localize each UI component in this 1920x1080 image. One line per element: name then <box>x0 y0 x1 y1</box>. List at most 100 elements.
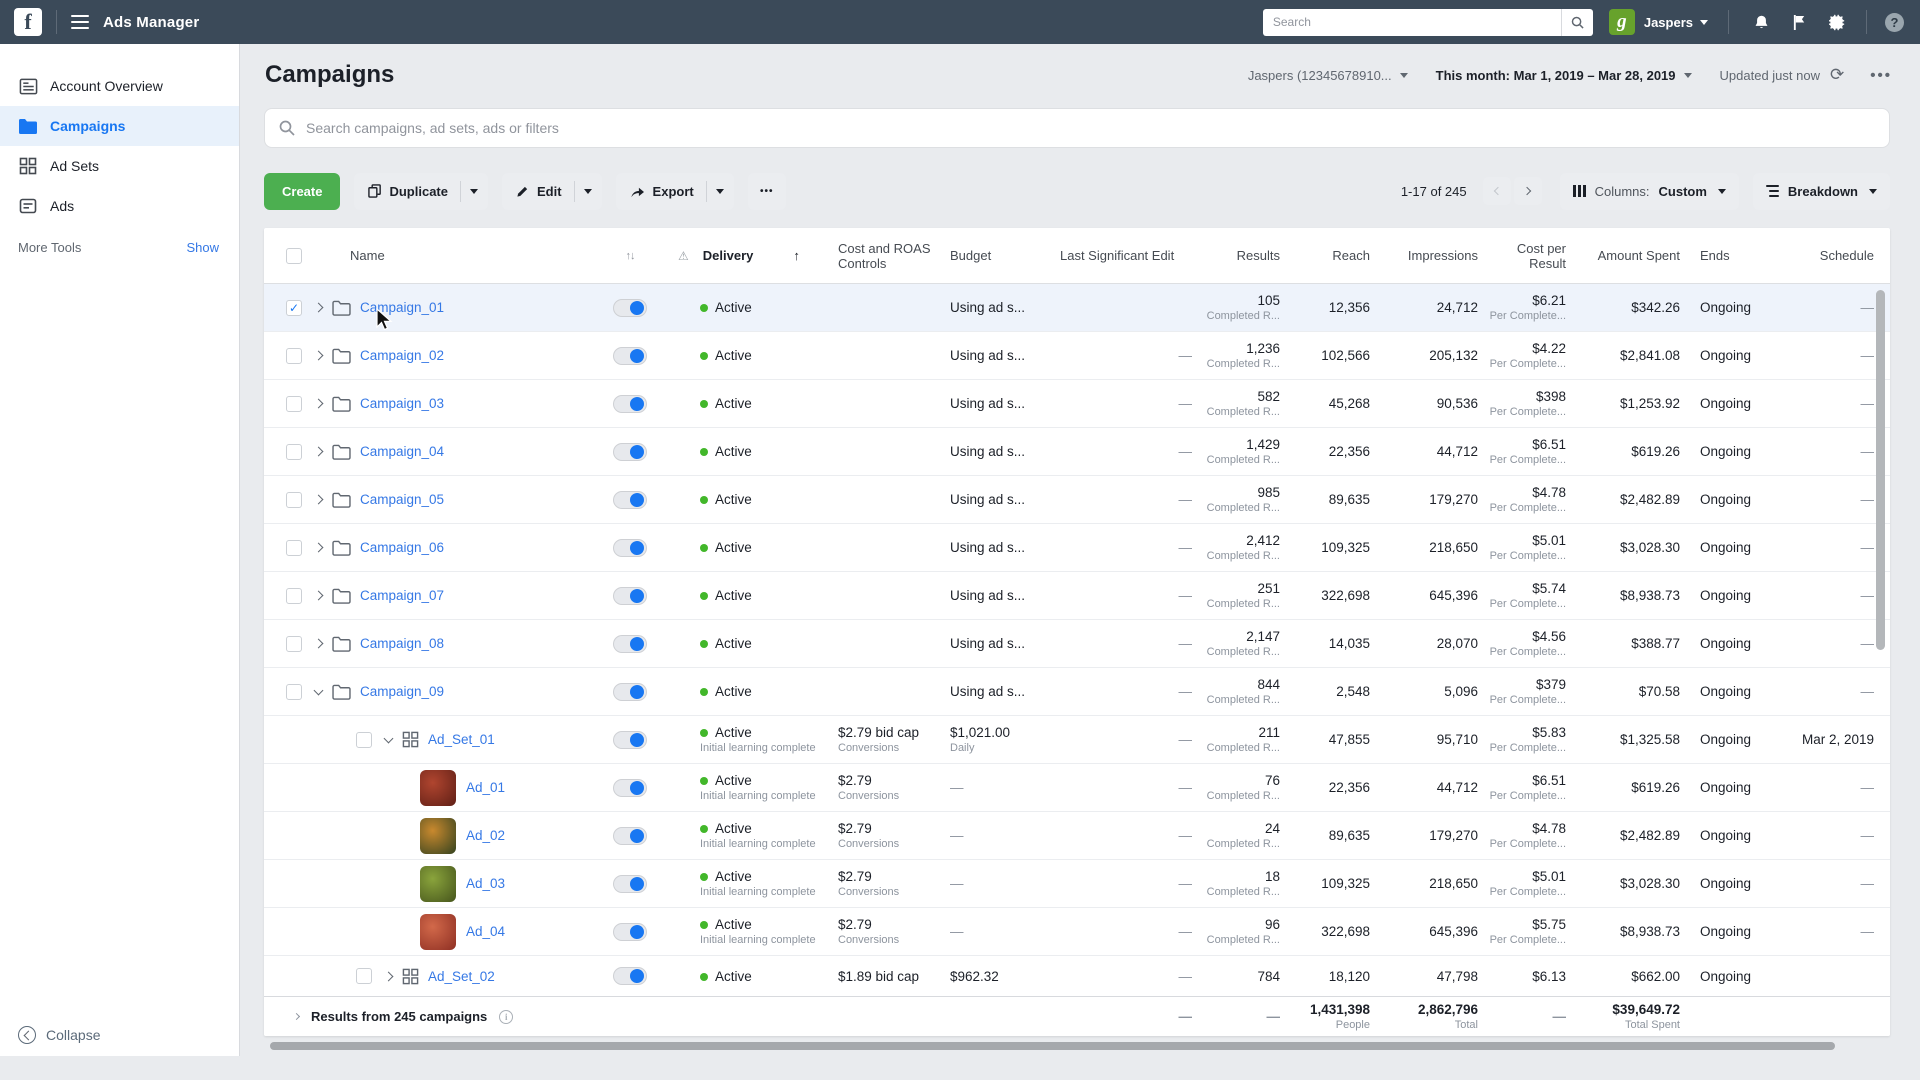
delivery-toggle[interactable] <box>613 298 647 317</box>
expand-chevron-icon[interactable] <box>313 590 324 601</box>
column-delivery[interactable]: Delivery <box>703 248 754 263</box>
row-name-link[interactable]: Campaign_09 <box>360 684 444 699</box>
row-name-link[interactable]: Campaign_01 <box>360 300 444 315</box>
column-reach[interactable]: Reach <box>1280 248 1370 263</box>
row-checkbox[interactable] <box>356 731 372 748</box>
delivery-toggle[interactable] <box>613 346 647 365</box>
column-amount-spent[interactable]: Amount Spent <box>1566 248 1680 263</box>
row-checkbox[interactable] <box>356 968 372 984</box>
column-cost-roas[interactable]: Cost and ROAS Controls <box>838 241 950 271</box>
table-row-campaign_02[interactable]: Campaign_02 Active Using ad s... — 1,236 Comp… <box>264 332 1890 380</box>
export-dropdown-button[interactable] <box>705 180 734 202</box>
sidebar-item-account-overview[interactable]: Account Overview <box>0 66 239 106</box>
search-submit-button[interactable] <box>1560 8 1593 36</box>
expand-chevron-icon[interactable] <box>313 302 324 313</box>
previous-page-button[interactable] <box>1482 177 1511 205</box>
vertical-scrollbar[interactable] <box>1876 290 1885 650</box>
sidebar-item-campaigns[interactable]: Campaigns <box>0 106 239 146</box>
row-name-link[interactable]: Campaign_08 <box>360 636 444 651</box>
column-name[interactable]: Name <box>350 248 385 263</box>
delivery-toggle[interactable] <box>613 874 647 893</box>
row-name-link[interactable]: Ad_03 <box>466 876 505 891</box>
expand-chevron-icon[interactable] <box>313 638 324 649</box>
account-selector[interactable]: Jaspers (12345678910... <box>1248 68 1408 83</box>
column-budget[interactable]: Budget <box>950 248 1060 263</box>
more-options-button[interactable]: ••• <box>1870 67 1892 84</box>
column-cost-per-result[interactable]: Cost per Result <box>1478 241 1566 271</box>
horizontal-scrollbar[interactable] <box>270 1042 1835 1050</box>
user-avatar[interactable]: g <box>1608 9 1635 35</box>
row-name-link[interactable]: Campaign_04 <box>360 444 444 459</box>
duplicate-dropdown-button[interactable] <box>459 180 488 202</box>
expand-chevron-icon[interactable] <box>313 446 324 457</box>
column-ends[interactable]: Ends <box>1680 248 1786 263</box>
expand-chevron-icon[interactable] <box>313 398 324 409</box>
row-name-link[interactable]: Campaign_02 <box>360 348 444 363</box>
expand-chevron-icon[interactable] <box>313 350 324 361</box>
create-button[interactable]: Create <box>264 172 341 210</box>
facebook-logo-icon[interactable]: f <box>14 8 42 36</box>
row-name-link[interactable]: Ad_04 <box>466 924 505 939</box>
column-schedule[interactable]: Schedule <box>1786 248 1890 263</box>
duplicate-button[interactable]: Duplicate <box>354 172 488 210</box>
sidebar-item-ad-sets[interactable]: Ad Sets <box>0 146 239 186</box>
refresh-icon[interactable]: ⟳ <box>1830 65 1844 85</box>
row-checkbox[interactable] <box>286 299 302 316</box>
expand-chevron-icon[interactable] <box>292 1012 301 1021</box>
info-icon[interactable]: i <box>499 1009 514 1024</box>
table-row-ad_set_02[interactable]: Ad_Set_02 Active $1.89 bid cap $962.32 — 784 1… <box>264 956 1890 996</box>
delivery-toggle[interactable] <box>613 922 647 941</box>
delivery-toggle[interactable] <box>613 730 647 749</box>
settings-gear-icon[interactable] <box>1829 14 1846 31</box>
campaign-search-input[interactable] <box>306 120 1875 136</box>
table-row-ad_01[interactable]: Ad_01 Active Initial learning complete $2.7… <box>264 764 1890 812</box>
edit-dropdown-button[interactable] <box>573 180 602 202</box>
row-checkbox[interactable] <box>286 683 302 700</box>
row-checkbox[interactable] <box>286 635 302 652</box>
user-menu[interactable]: Jaspers <box>1644 15 1708 30</box>
notifications-bell-icon[interactable] <box>1753 14 1770 31</box>
row-checkbox[interactable] <box>286 539 302 556</box>
row-name-link[interactable]: Campaign_03 <box>360 396 444 411</box>
row-name-link[interactable]: Ad_Set_02 <box>428 969 495 984</box>
table-row-campaign_07[interactable]: Campaign_07 Active Using ad s... — 251 Comple… <box>264 572 1890 620</box>
table-row-campaign_06[interactable]: Campaign_06 Active Using ad s... — 2,412 Comp… <box>264 524 1890 572</box>
columns-button[interactable]: Columns: Custom <box>1559 172 1739 210</box>
row-name-link[interactable]: Campaign_05 <box>360 492 444 507</box>
delivery-toggle[interactable] <box>613 490 647 509</box>
column-results[interactable]: Results <box>1192 248 1280 263</box>
row-checkbox[interactable] <box>286 443 302 460</box>
delivery-toggle[interactable] <box>613 826 647 845</box>
delivery-toggle[interactable] <box>613 682 647 701</box>
expand-chevron-icon[interactable] <box>313 494 324 505</box>
delivery-toggle[interactable] <box>613 634 647 653</box>
next-page-button[interactable] <box>1513 177 1542 205</box>
toolbar-more-button[interactable]: ••• <box>747 172 786 210</box>
global-search-input[interactable] <box>1262 15 1561 29</box>
row-checkbox[interactable] <box>286 587 302 604</box>
row-checkbox[interactable] <box>286 491 302 508</box>
row-name-link[interactable]: Ad_Set_01 <box>428 732 495 747</box>
row-checkbox[interactable] <box>286 395 302 412</box>
table-row-ad_02[interactable]: Ad_02 Active Initial learning complete $2.7… <box>264 812 1890 860</box>
delivery-toggle[interactable] <box>613 442 647 461</box>
expand-chevron-icon[interactable] <box>383 733 394 743</box>
sidebar-item-ads[interactable]: Ads <box>0 186 239 226</box>
table-row-ad_04[interactable]: Ad_04 Active Initial learning complete $2.7… <box>264 908 1890 956</box>
more-tools-show-link[interactable]: Show <box>186 240 219 255</box>
flag-icon[interactable] <box>1792 14 1807 31</box>
select-all-checkbox[interactable] <box>286 247 302 264</box>
expand-chevron-icon[interactable] <box>383 971 394 981</box>
delivery-toggle[interactable] <box>613 394 647 413</box>
edit-button[interactable]: Edit <box>501 172 602 210</box>
delivery-toggle[interactable] <box>613 586 647 605</box>
table-row-campaign_08[interactable]: Campaign_08 Active Using ad s... — 2,147 Comp… <box>264 620 1890 668</box>
row-name-link[interactable]: Campaign_07 <box>360 588 444 603</box>
row-name-link[interactable]: Campaign_06 <box>360 540 444 555</box>
collapse-sidebar-button[interactable]: Collapse <box>18 1026 100 1044</box>
column-impressions[interactable]: Impressions <box>1370 248 1478 263</box>
table-row-ad_set_01[interactable]: Ad_Set_01 Active Initial learning complete… <box>264 716 1890 764</box>
delivery-toggle[interactable] <box>613 778 647 797</box>
table-row-campaign_09[interactable]: Campaign_09 Active Using ad s... — 844 Comple… <box>264 668 1890 716</box>
row-name-link[interactable]: Ad_01 <box>466 780 505 795</box>
